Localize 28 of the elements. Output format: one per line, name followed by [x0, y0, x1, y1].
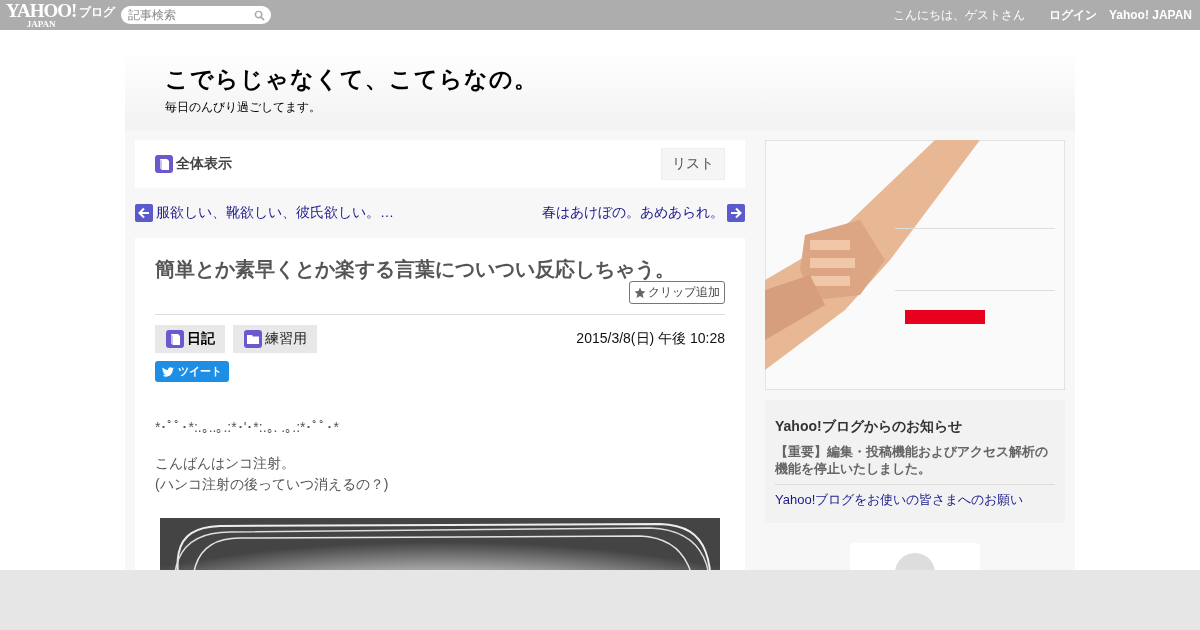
list-button[interactable]: リスト: [661, 148, 725, 180]
blog-title[interactable]: こでらじゃなくて、こてらなの。: [165, 64, 1035, 95]
search-icon: [254, 10, 266, 21]
notice-text: 【重要】編集・投稿機能およびアクセス解析の機能を停止いたしました。: [775, 444, 1055, 485]
search-field[interactable]: 記事検索: [121, 6, 272, 24]
article-title: 簡単とか素早くとか楽する言葉についつい反応しちゃう。: [155, 257, 676, 282]
article-text: こんばんはンコ注射。 (ハンコ注射の後っていつ消えるの？): [155, 454, 390, 494]
notice-link[interactable]: Yahoo!ブログをお使いの皆さまへのお願い: [775, 490, 1055, 509]
book-icon: [166, 330, 184, 348]
blog-subtitle: 毎日のんびり過ごしてます。: [165, 99, 322, 116]
bird-icon: [162, 366, 174, 377]
right-arrow-icon: [727, 204, 745, 222]
view-all-label[interactable]: 全体表示: [176, 155, 232, 173]
category-tag[interactable]: 練習用: [233, 325, 317, 353]
notice-title: Yahoo!ブログからのお知らせ: [775, 418, 963, 436]
star-icon: [634, 286, 646, 299]
book-icon: [155, 155, 173, 173]
greeting-text: こんにちは、ゲストさん: [892, 6, 1025, 24]
article-text: *･ﾟﾟ･*:.｡..｡.:*･'･*:.｡. .｡.:*･ﾟﾟ･*: [155, 418, 340, 437]
post-date: 2015/3/8(日) 午後 10:28: [576, 330, 725, 348]
logo-subtext: JAPAN: [26, 20, 56, 29]
clip-button[interactable]: クリップ追加: [629, 281, 725, 304]
left-arrow-icon: [135, 204, 153, 222]
service-name: ブログ: [79, 4, 116, 21]
next-post-link[interactable]: 春はあけぼの。あめあられ。: [542, 204, 745, 222]
folder-icon: [244, 330, 262, 348]
category-tag[interactable]: 日記: [155, 325, 225, 353]
prev-post-link[interactable]: 服欲しい、靴欲しい、彼氏欲しい。…: [135, 204, 394, 222]
